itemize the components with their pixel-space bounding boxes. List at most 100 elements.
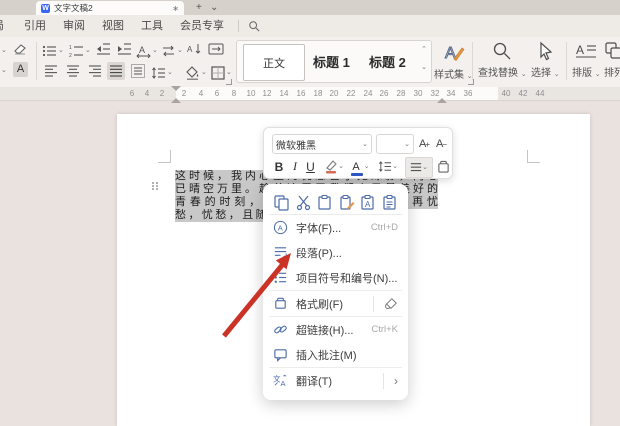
increase-indent-icon[interactable]	[117, 42, 132, 56]
paint-bucket-icon	[437, 160, 449, 173]
ruler-number: 22	[346, 89, 356, 98]
document-tab[interactable]: W 文字文稿2 ∗	[36, 1, 184, 15]
menu-item-font[interactable]: A 字体(F)... Ctrl+D	[263, 215, 408, 240]
text-highlight-button[interactable]: ⌄	[322, 157, 346, 176]
margin-corner-mark	[527, 150, 540, 163]
ruler-number: 16	[296, 89, 306, 98]
chevron-down-icon[interactable]: ⌄	[1, 67, 7, 74]
paste-keep-text-icon[interactable]: A	[359, 194, 376, 211]
font-name-combobox[interactable]: 微软雅黑 ⌄	[272, 134, 372, 154]
decrease-font-button[interactable]: A −	[436, 136, 447, 152]
horizontal-ruler[interactable]: 6 4 2 2 4 6 8 10 12 14 16 18 20 22 24 26…	[0, 86, 620, 103]
left-indent-marker[interactable]	[171, 93, 181, 103]
gallery-scroll-down-icon[interactable]: ⌄	[419, 63, 429, 72]
typeset-button[interactable]: A 排版 ⌄	[572, 41, 601, 79]
font-color-button[interactable]: A ⌄	[350, 157, 372, 176]
menu-tab-layout-clipped[interactable]: 局	[0, 15, 7, 37]
arrange-button[interactable]: 排列	[604, 41, 620, 79]
menu-tab-view[interactable]: 视图	[102, 15, 124, 37]
find-replace-button[interactable]: 查找替换 ⌄	[478, 41, 527, 79]
tab-list-button[interactable]: ⌄	[210, 0, 218, 15]
sort-icon[interactable]: A	[187, 42, 202, 56]
clear-format-eraser-icon[interactable]	[12, 41, 28, 55]
ruler-number: 34	[446, 89, 456, 98]
svg-text:A: A	[278, 223, 283, 232]
svg-text:A: A	[281, 379, 286, 388]
ruler-number: 2	[159, 89, 165, 98]
style-set-button[interactable]: A 样式集 ⌄	[434, 41, 473, 82]
highlight-color-icon[interactable]: A	[13, 62, 28, 77]
increase-font-button[interactable]: A +	[419, 136, 430, 152]
ruler-number: 18	[313, 89, 323, 98]
italic-button[interactable]: I	[289, 157, 301, 176]
menu-tab-tools[interactable]: 工具	[141, 15, 163, 37]
paragraph-icon	[274, 247, 287, 259]
menu-item-paragraph[interactable]: 段落(P)...	[263, 240, 408, 265]
context-menu-paste-row: A	[263, 190, 408, 214]
ruler-number: 42	[518, 89, 528, 98]
ruler-number: 28	[396, 89, 406, 98]
menu-item-format-painter[interactable]: 格式刷(F)	[263, 291, 408, 316]
copy-icon[interactable]	[273, 194, 290, 211]
paragraph-drag-handle[interactable]	[152, 182, 159, 193]
menu-tab-references[interactable]: 引用	[24, 15, 46, 37]
menu-item-divider	[373, 295, 374, 312]
align-justify-icon	[110, 65, 122, 77]
alignment-button-active[interactable]: ⌄	[405, 157, 433, 178]
menu-tab-review[interactable]: 审阅	[63, 15, 85, 37]
text-direction-button[interactable]: ⌄	[161, 42, 183, 59]
align-center-icon[interactable]	[66, 64, 80, 78]
distribute-text-icon[interactable]	[131, 64, 145, 78]
chevron-down-icon: ⌄	[362, 140, 368, 148]
cut-icon[interactable]	[295, 194, 312, 211]
titlebar: W 文字文稿2 ∗ + ⌄	[0, 0, 620, 15]
menubar: 局 引用 审阅 视图 工具 会员专享	[0, 15, 620, 37]
right-indent-marker[interactable]	[437, 93, 447, 103]
decrease-indent-icon[interactable]	[96, 42, 111, 56]
format-painter-bucket-button[interactable]	[435, 157, 451, 176]
svg-text:A: A	[139, 45, 145, 55]
gallery-scroll-up-icon[interactable]: ⌃	[419, 45, 429, 54]
ruler-number: 8	[231, 89, 237, 98]
menu-item-hyperlink[interactable]: 超链接(H)... Ctrl+K	[263, 317, 408, 342]
font-icon: A	[273, 220, 288, 235]
numbered-list-button[interactable]: 12 ⌄	[69, 42, 91, 59]
menu-tab-member[interactable]: 会员专享	[180, 15, 230, 37]
style-heading1[interactable]: 标题 1	[313, 41, 350, 82]
context-menu: A A 字体(F)... Ctrl+D 段落(P)... 项目符号和编号(N).…	[263, 184, 408, 400]
align-right-icon[interactable]	[88, 64, 102, 78]
style-heading2[interactable]: 标题 2	[369, 41, 406, 82]
search-icon[interactable]	[248, 20, 260, 32]
borders-icon	[211, 65, 225, 80]
align-justify-button-active[interactable]	[107, 62, 125, 80]
chevron-down-icon[interactable]: ⌄	[1, 47, 7, 54]
line-spacing-icon	[379, 161, 392, 172]
show-marks-icon[interactable]	[208, 42, 224, 56]
underline-button[interactable]: U	[304, 157, 317, 176]
ribbon-toolbar: ⌄ ⌄ A ⌄ 12 ⌄ A ⌄ ⌄ A ⌄ ⌄ ⌄ 正文 标题 1 标题 2 …	[0, 37, 620, 88]
select-button[interactable]: 选择 ⌄	[531, 41, 560, 79]
brush-icon[interactable]	[384, 297, 398, 311]
line-spacing-button[interactable]: ⌄	[151, 64, 173, 81]
font-size-combobox[interactable]: ⌄	[376, 134, 414, 154]
new-tab-button[interactable]: +	[196, 0, 202, 15]
arrange-label: 排列	[604, 68, 620, 79]
ruler-number: 44	[535, 89, 545, 98]
paste-icon[interactable]	[316, 194, 333, 211]
align-left-icon[interactable]	[44, 64, 58, 78]
paragraph-dialog-launcher-icon[interactable]	[226, 79, 232, 85]
bullet-list-button[interactable]: ⌄	[42, 42, 64, 59]
bold-button[interactable]: B	[272, 157, 286, 176]
shading-button[interactable]: ⌄	[185, 64, 207, 81]
menu-item-insert-comment[interactable]: 插入批注(M)	[263, 342, 408, 367]
paste-format-icon[interactable]	[381, 194, 398, 211]
paste-special-icon[interactable]	[338, 194, 355, 211]
typeset-icon: A	[576, 43, 597, 58]
line-spacing-button[interactable]: ⌄	[376, 157, 400, 176]
character-scale-button[interactable]: A ⌄	[136, 42, 158, 59]
menu-item-translate[interactable]: 文 A 翻译(T) ›	[263, 368, 408, 393]
style-normal-selected[interactable]: 正文	[243, 44, 305, 81]
ruler-number: 4	[198, 89, 204, 98]
ruler-number: 14	[279, 89, 289, 98]
menu-item-bullets-numbering[interactable]: 项目符号和编号(N)...	[263, 265, 408, 290]
